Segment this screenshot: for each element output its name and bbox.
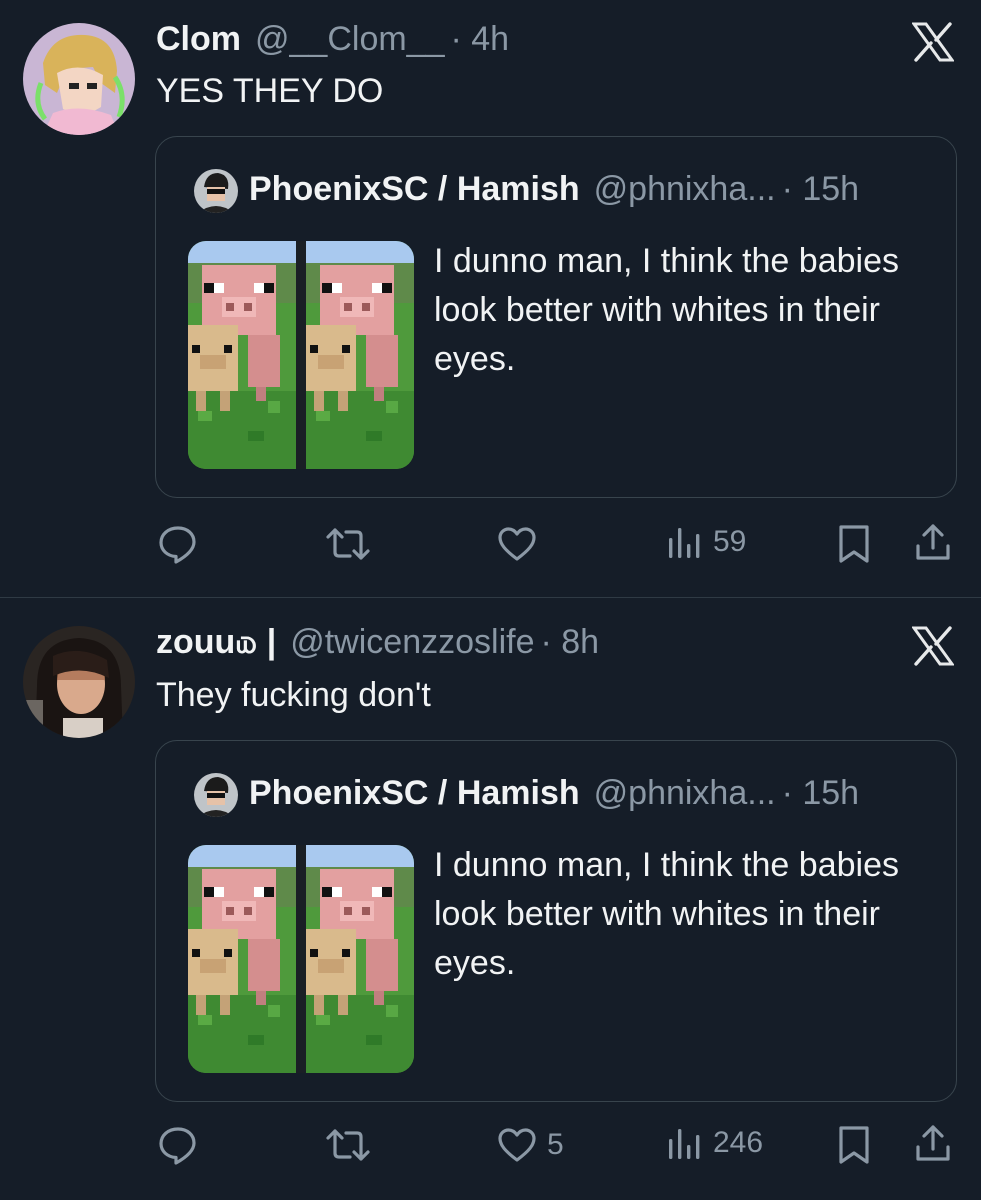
retweet-icon xyxy=(326,1125,370,1165)
views-icon xyxy=(667,1125,703,1161)
retweet-button[interactable] xyxy=(326,524,370,564)
quoted-timestamp[interactable]: · 15h xyxy=(782,170,860,209)
quoted-timestamp[interactable]: · 15h xyxy=(782,774,860,813)
bookmark-icon xyxy=(837,524,871,564)
retweet-icon xyxy=(326,524,370,564)
author-name[interactable]: zouu௰ | xyxy=(156,623,276,666)
view-count: 59 xyxy=(713,525,747,558)
reply-icon xyxy=(158,524,198,564)
tweet-text: They fucking don't xyxy=(156,676,431,714)
like-count: 5 xyxy=(547,1128,564,1161)
reply-button[interactable] xyxy=(158,524,198,564)
quoted-header: PhoenixSC / Hamish @phnixha... · 15h xyxy=(249,170,859,209)
avatar[interactable] xyxy=(23,23,135,135)
view-count: 246 xyxy=(713,1126,764,1159)
quoted-text: I dunno man, I think the babies look bet… xyxy=(434,242,899,378)
bookmark-icon xyxy=(837,1125,871,1165)
tweet[interactable]: zouu௰ | @twicenzzoslife · 8h They fuckin… xyxy=(0,598,981,1200)
quoted-avatar[interactable] xyxy=(194,773,238,817)
author-name[interactable]: Clom xyxy=(156,20,241,59)
quoted-tweet[interactable]: PhoenixSC / Hamish @phnixha... · 15h I d… xyxy=(155,136,957,498)
share-button[interactable] xyxy=(914,522,952,562)
share-icon xyxy=(914,1123,952,1163)
x-logo-icon xyxy=(912,22,954,62)
quoted-author-handle[interactable]: @phnixha... xyxy=(594,170,776,209)
tweet-text: YES THEY DO xyxy=(156,72,384,110)
bookmark-button[interactable] xyxy=(837,1125,871,1165)
quoted-tweet[interactable]: PhoenixSC / Hamish @phnixha... · 15h I d… xyxy=(155,740,957,1102)
author-handle[interactable]: @twicenzzoslife xyxy=(290,623,534,662)
views-button[interactable]: 59 xyxy=(667,524,746,560)
timestamp[interactable]: · 8h xyxy=(540,623,599,662)
share-button[interactable] xyxy=(914,1123,952,1163)
quoted-avatar[interactable] xyxy=(194,169,238,213)
retweet-button[interactable] xyxy=(326,1125,370,1165)
heart-icon xyxy=(497,526,537,562)
avatar[interactable] xyxy=(23,626,135,738)
heart-icon xyxy=(497,1127,537,1163)
quoted-author-name[interactable]: PhoenixSC / Hamish xyxy=(249,774,580,813)
author-handle[interactable]: @__Clom__ xyxy=(255,20,445,59)
tweet-header: Clom @__Clom__ · 4h xyxy=(156,20,509,60)
reply-icon xyxy=(158,1125,198,1165)
quoted-image[interactable] xyxy=(188,845,414,1073)
quoted-text: I dunno man, I think the babies look bet… xyxy=(434,846,899,982)
quoted-author-handle[interactable]: @phnixha... xyxy=(594,774,776,813)
like-button[interactable]: 5 xyxy=(497,1127,564,1163)
quoted-header: PhoenixSC / Hamish @phnixha... · 15h xyxy=(249,774,859,813)
bookmark-button[interactable] xyxy=(837,524,871,564)
x-logo-icon xyxy=(912,626,954,666)
quoted-image[interactable] xyxy=(188,241,414,469)
reply-button[interactable] xyxy=(158,1125,198,1165)
quoted-author-name[interactable]: PhoenixSC / Hamish xyxy=(249,170,580,209)
views-icon xyxy=(667,524,703,560)
views-button[interactable]: 246 xyxy=(667,1125,763,1161)
tweet-header: zouu௰ | @twicenzzoslife · 8h xyxy=(156,623,599,663)
like-button[interactable] xyxy=(497,526,547,562)
timestamp[interactable]: · 4h xyxy=(451,20,510,59)
tweet[interactable]: Clom @__Clom__ · 4h YES THEY DO PhoenixS… xyxy=(0,0,981,597)
share-icon xyxy=(914,522,952,562)
